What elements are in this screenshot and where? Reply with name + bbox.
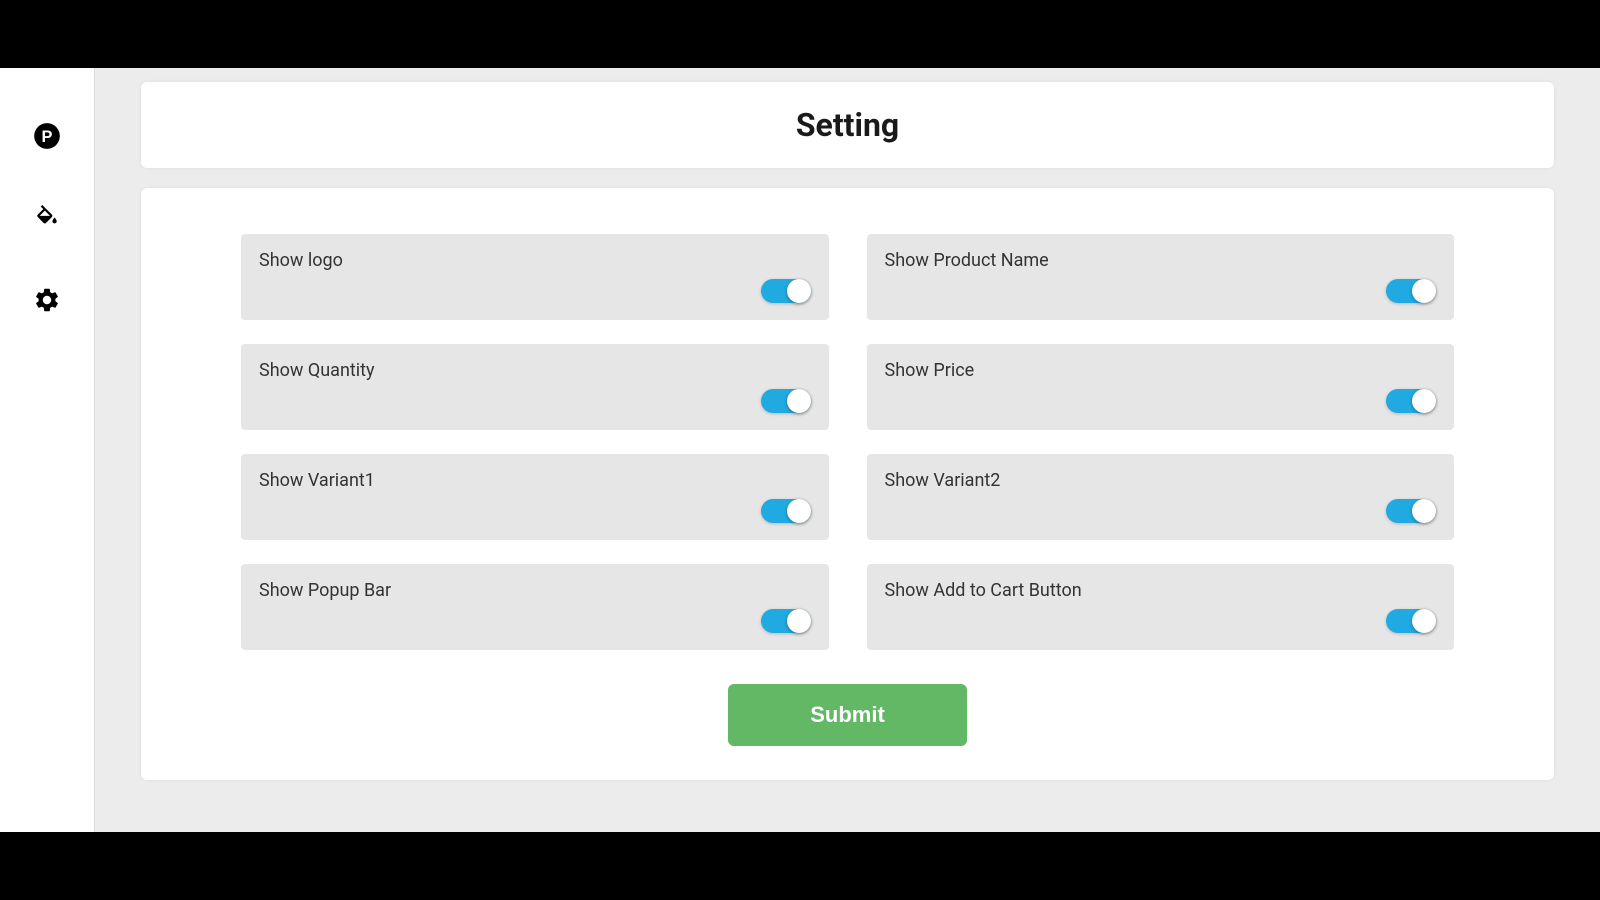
setting-show-variant2: Show Variant2 [867,454,1455,540]
setting-show-quantity: Show Quantity [241,344,829,430]
svg-text:P: P [42,128,53,146]
gear-icon [33,286,61,318]
bottom-black-bar [0,832,1600,900]
setting-show-popup-bar: Show Popup Bar [241,564,829,650]
submit-row: Submit [241,684,1454,746]
toggle-knob [787,609,811,633]
sidebar: P [0,68,95,832]
toggle-show-logo[interactable] [761,279,811,303]
top-black-bar [0,0,1600,68]
toggle-knob [1412,279,1436,303]
settings-grid: Show logo Show Product Name Show Quantit… [241,234,1454,650]
toggle-knob [1412,609,1436,633]
p-circle-icon: P [33,122,61,154]
setting-label: Show Product Name [885,250,1437,271]
setting-show-product-name: Show Product Name [867,234,1455,320]
toggle-show-price[interactable] [1386,389,1436,413]
toggle-show-popup-bar[interactable] [761,609,811,633]
submit-button[interactable]: Submit [728,684,967,746]
toggle-show-product-name[interactable] [1386,279,1436,303]
sidebar-item-p[interactable]: P [32,123,62,153]
setting-show-variant1: Show Variant1 [241,454,829,540]
fill-icon [34,205,60,235]
setting-show-add-to-cart: Show Add to Cart Button [867,564,1455,650]
toggle-knob [1412,499,1436,523]
app-container: P Setting Show logo [0,68,1600,832]
setting-label: Show Variant2 [885,470,1437,491]
toggle-knob [787,389,811,413]
setting-show-price: Show Price [867,344,1455,430]
settings-card: Show logo Show Product Name Show Quantit… [141,188,1554,780]
toggle-knob [787,279,811,303]
sidebar-item-settings[interactable] [32,287,62,317]
toggle-show-variant2[interactable] [1386,499,1436,523]
setting-label: Show Quantity [259,360,811,381]
toggle-show-variant1[interactable] [761,499,811,523]
page-title: Setting [165,106,1530,144]
toggle-knob [787,499,811,523]
setting-label: Show Price [885,360,1437,381]
setting-label: Show Add to Cart Button [885,580,1437,601]
toggle-show-add-to-cart[interactable] [1386,609,1436,633]
setting-show-logo: Show logo [241,234,829,320]
setting-label: Show Variant1 [259,470,811,491]
toggle-show-quantity[interactable] [761,389,811,413]
sidebar-item-fill[interactable] [32,205,62,235]
setting-label: Show Popup Bar [259,580,811,601]
header-card: Setting [141,82,1554,168]
main-content: Setting Show logo Show Product Name Sh [95,68,1600,832]
toggle-knob [1412,389,1436,413]
setting-label: Show logo [259,250,811,271]
